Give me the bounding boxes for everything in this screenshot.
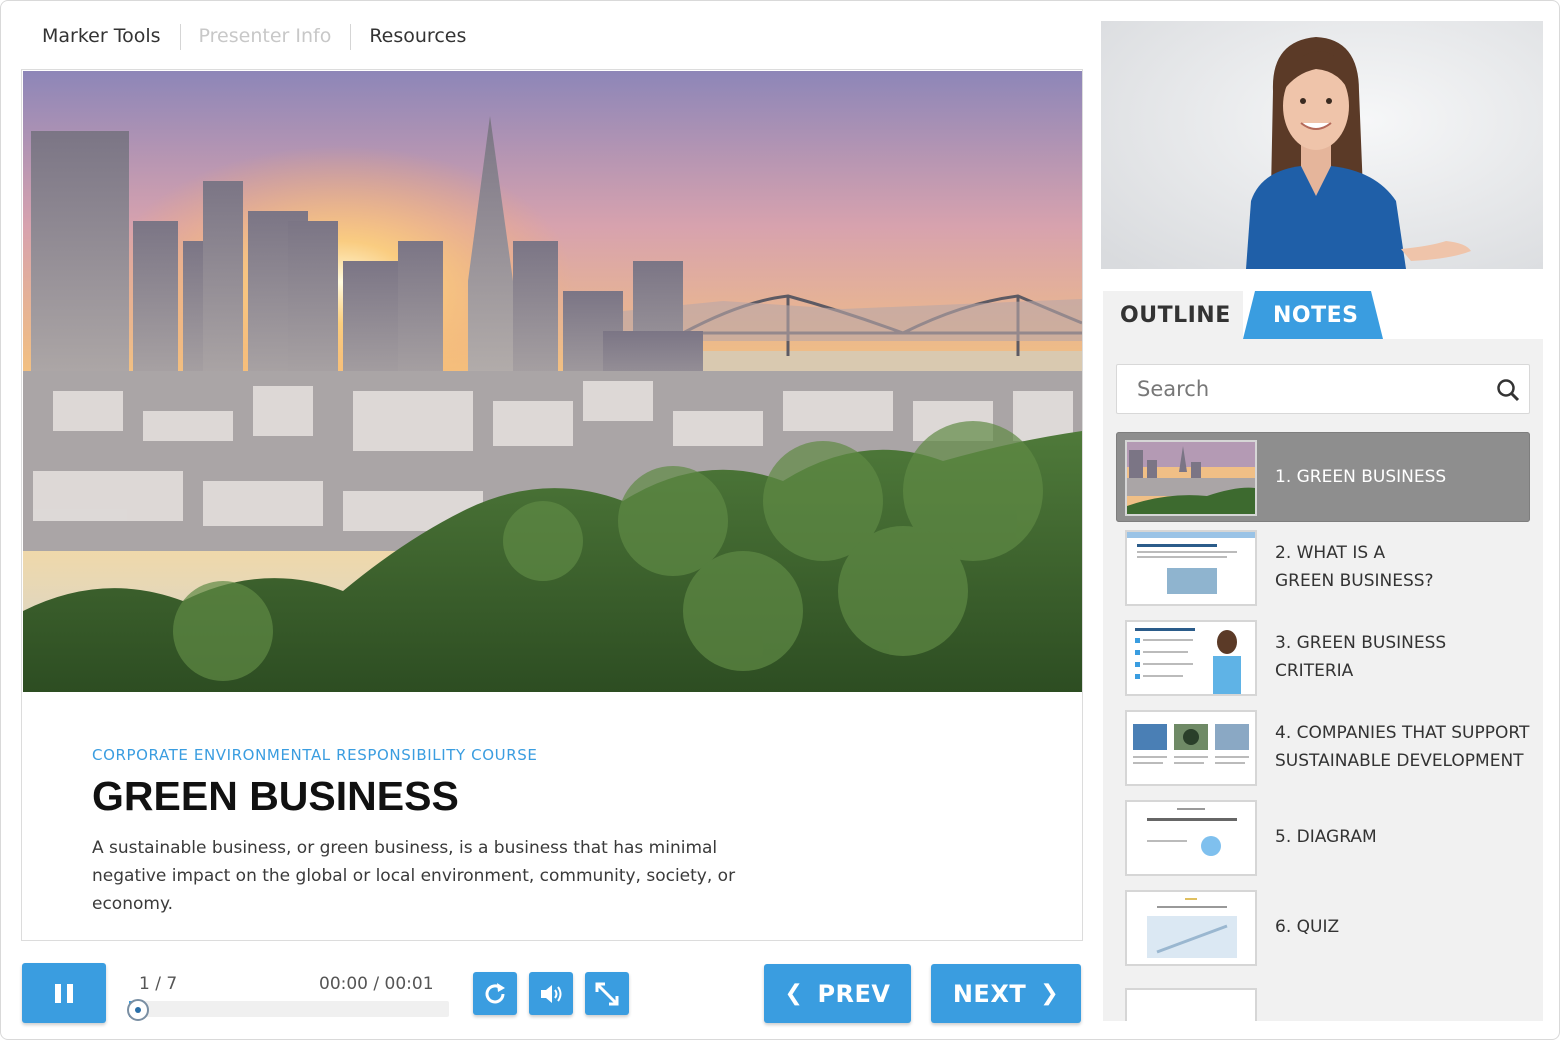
seek-handle[interactable] — [127, 999, 150, 1021]
slide-description: A sustainable business, or green busines… — [92, 838, 736, 914]
tab-resources[interactable]: Resources — [350, 21, 485, 51]
fullscreen-button[interactable] — [585, 972, 629, 1015]
search-icon[interactable] — [1495, 377, 1521, 403]
outline-item-what-is-green-business[interactable]: 2. WHAT IS A GREEN BUSINESS? — [1116, 522, 1530, 612]
tab-notes[interactable]: NOTES — [1243, 291, 1393, 339]
slide-thumbnail — [1125, 620, 1257, 696]
chevron-left-icon: ❮ — [784, 981, 804, 1006]
slide-stage: CORPORATE ENVIRONMENTAL RESPONSIBILITY C… — [21, 69, 1083, 941]
outline-item-diagram[interactable]: 5. DIAGRAM — [1116, 792, 1530, 882]
player-window: Marker Tools Presenter Info Resources CO… — [0, 0, 1560, 1040]
outline-panel: 1. GREEN BUSINESS 2. WHAT IS A GREEN BUS… — [1103, 339, 1543, 1021]
outline-item-label: 6. QUIZ — [1275, 917, 1340, 937]
pause-icon — [55, 983, 73, 1003]
tab-presenter-info: Presenter Info — [179, 21, 351, 51]
replay-button[interactable] — [473, 972, 517, 1015]
outline-item-label: 1. GREEN BUSINESS — [1275, 467, 1447, 487]
slide-thumbnail — [1125, 440, 1257, 516]
outline-item-green-business[interactable]: 1. GREEN BUSINESS — [1116, 432, 1530, 522]
sidebar-tabs: OUTLINE NOTES — [1103, 291, 1543, 339]
slide-thumbnail — [1125, 530, 1257, 606]
outline-list: 1. GREEN BUSINESS 2. WHAT IS A GREEN BUS… — [1116, 432, 1530, 972]
fullscreen-icon — [595, 982, 619, 1005]
slide-counter: 1 / 7 — [139, 974, 178, 994]
prev-label: PREV — [817, 979, 891, 1008]
chevron-right-icon: ❯ — [1040, 981, 1060, 1006]
slide-thumbnail — [1125, 710, 1257, 786]
time-readout: 00:00 / 00:01 — [319, 974, 434, 994]
slide-thumbnail — [1125, 800, 1257, 876]
next-button[interactable]: NEXT ❯ — [931, 964, 1081, 1023]
presenter-video — [1101, 21, 1543, 269]
slide-thumbnail-partial — [1125, 988, 1257, 1021]
next-label: NEXT — [952, 979, 1027, 1008]
search-input[interactable] — [1117, 365, 1487, 413]
slide-thumbnail — [1125, 890, 1257, 966]
city-skyline-photo — [23, 71, 1082, 692]
tab-notes-label: NOTES — [1273, 302, 1359, 328]
slide-subtitle: CORPORATE ENVIRONMENTAL RESPONSIBILITY C… — [92, 746, 538, 764]
outline-item-green-business-criteria[interactable]: 3. GREEN BUSINESS CRITERIA — [1116, 612, 1530, 702]
tab-marker-tools[interactable]: Marker Tools — [23, 21, 180, 51]
volume-button[interactable] — [529, 972, 573, 1015]
seek-bar[interactable] — [127, 999, 449, 1021]
outline-item-companies[interactable]: 4. COMPANIES THAT SUPPORT SUSTAINABLE DE… — [1116, 702, 1530, 792]
outline-item-quiz[interactable]: 6. QUIZ — [1116, 882, 1530, 972]
outline-item-label: 3. GREEN BUSINESS CRITERIA — [1275, 633, 1447, 681]
replay-icon — [485, 982, 505, 1003]
pause-button[interactable] — [22, 963, 106, 1023]
top-tab-bar: Marker Tools Presenter Info Resources — [23, 19, 485, 53]
outline-item-label: 4. COMPANIES THAT SUPPORT SUSTAINABLE DE… — [1275, 723, 1530, 771]
volume-icon — [541, 984, 562, 1003]
outline-item-label: 2. WHAT IS A GREEN BUSINESS? — [1275, 543, 1434, 591]
search-box — [1116, 364, 1530, 414]
slide-text-block: CORPORATE ENVIRONMENTAL RESPONSIBILITY C… — [92, 746, 992, 918]
prev-button[interactable]: ❮ PREV — [764, 964, 911, 1023]
slide-title: GREEN BUSINESS — [92, 773, 459, 819]
outline-item-label: 5. DIAGRAM — [1275, 827, 1377, 847]
tab-outline[interactable]: OUTLINE — [1103, 291, 1243, 339]
